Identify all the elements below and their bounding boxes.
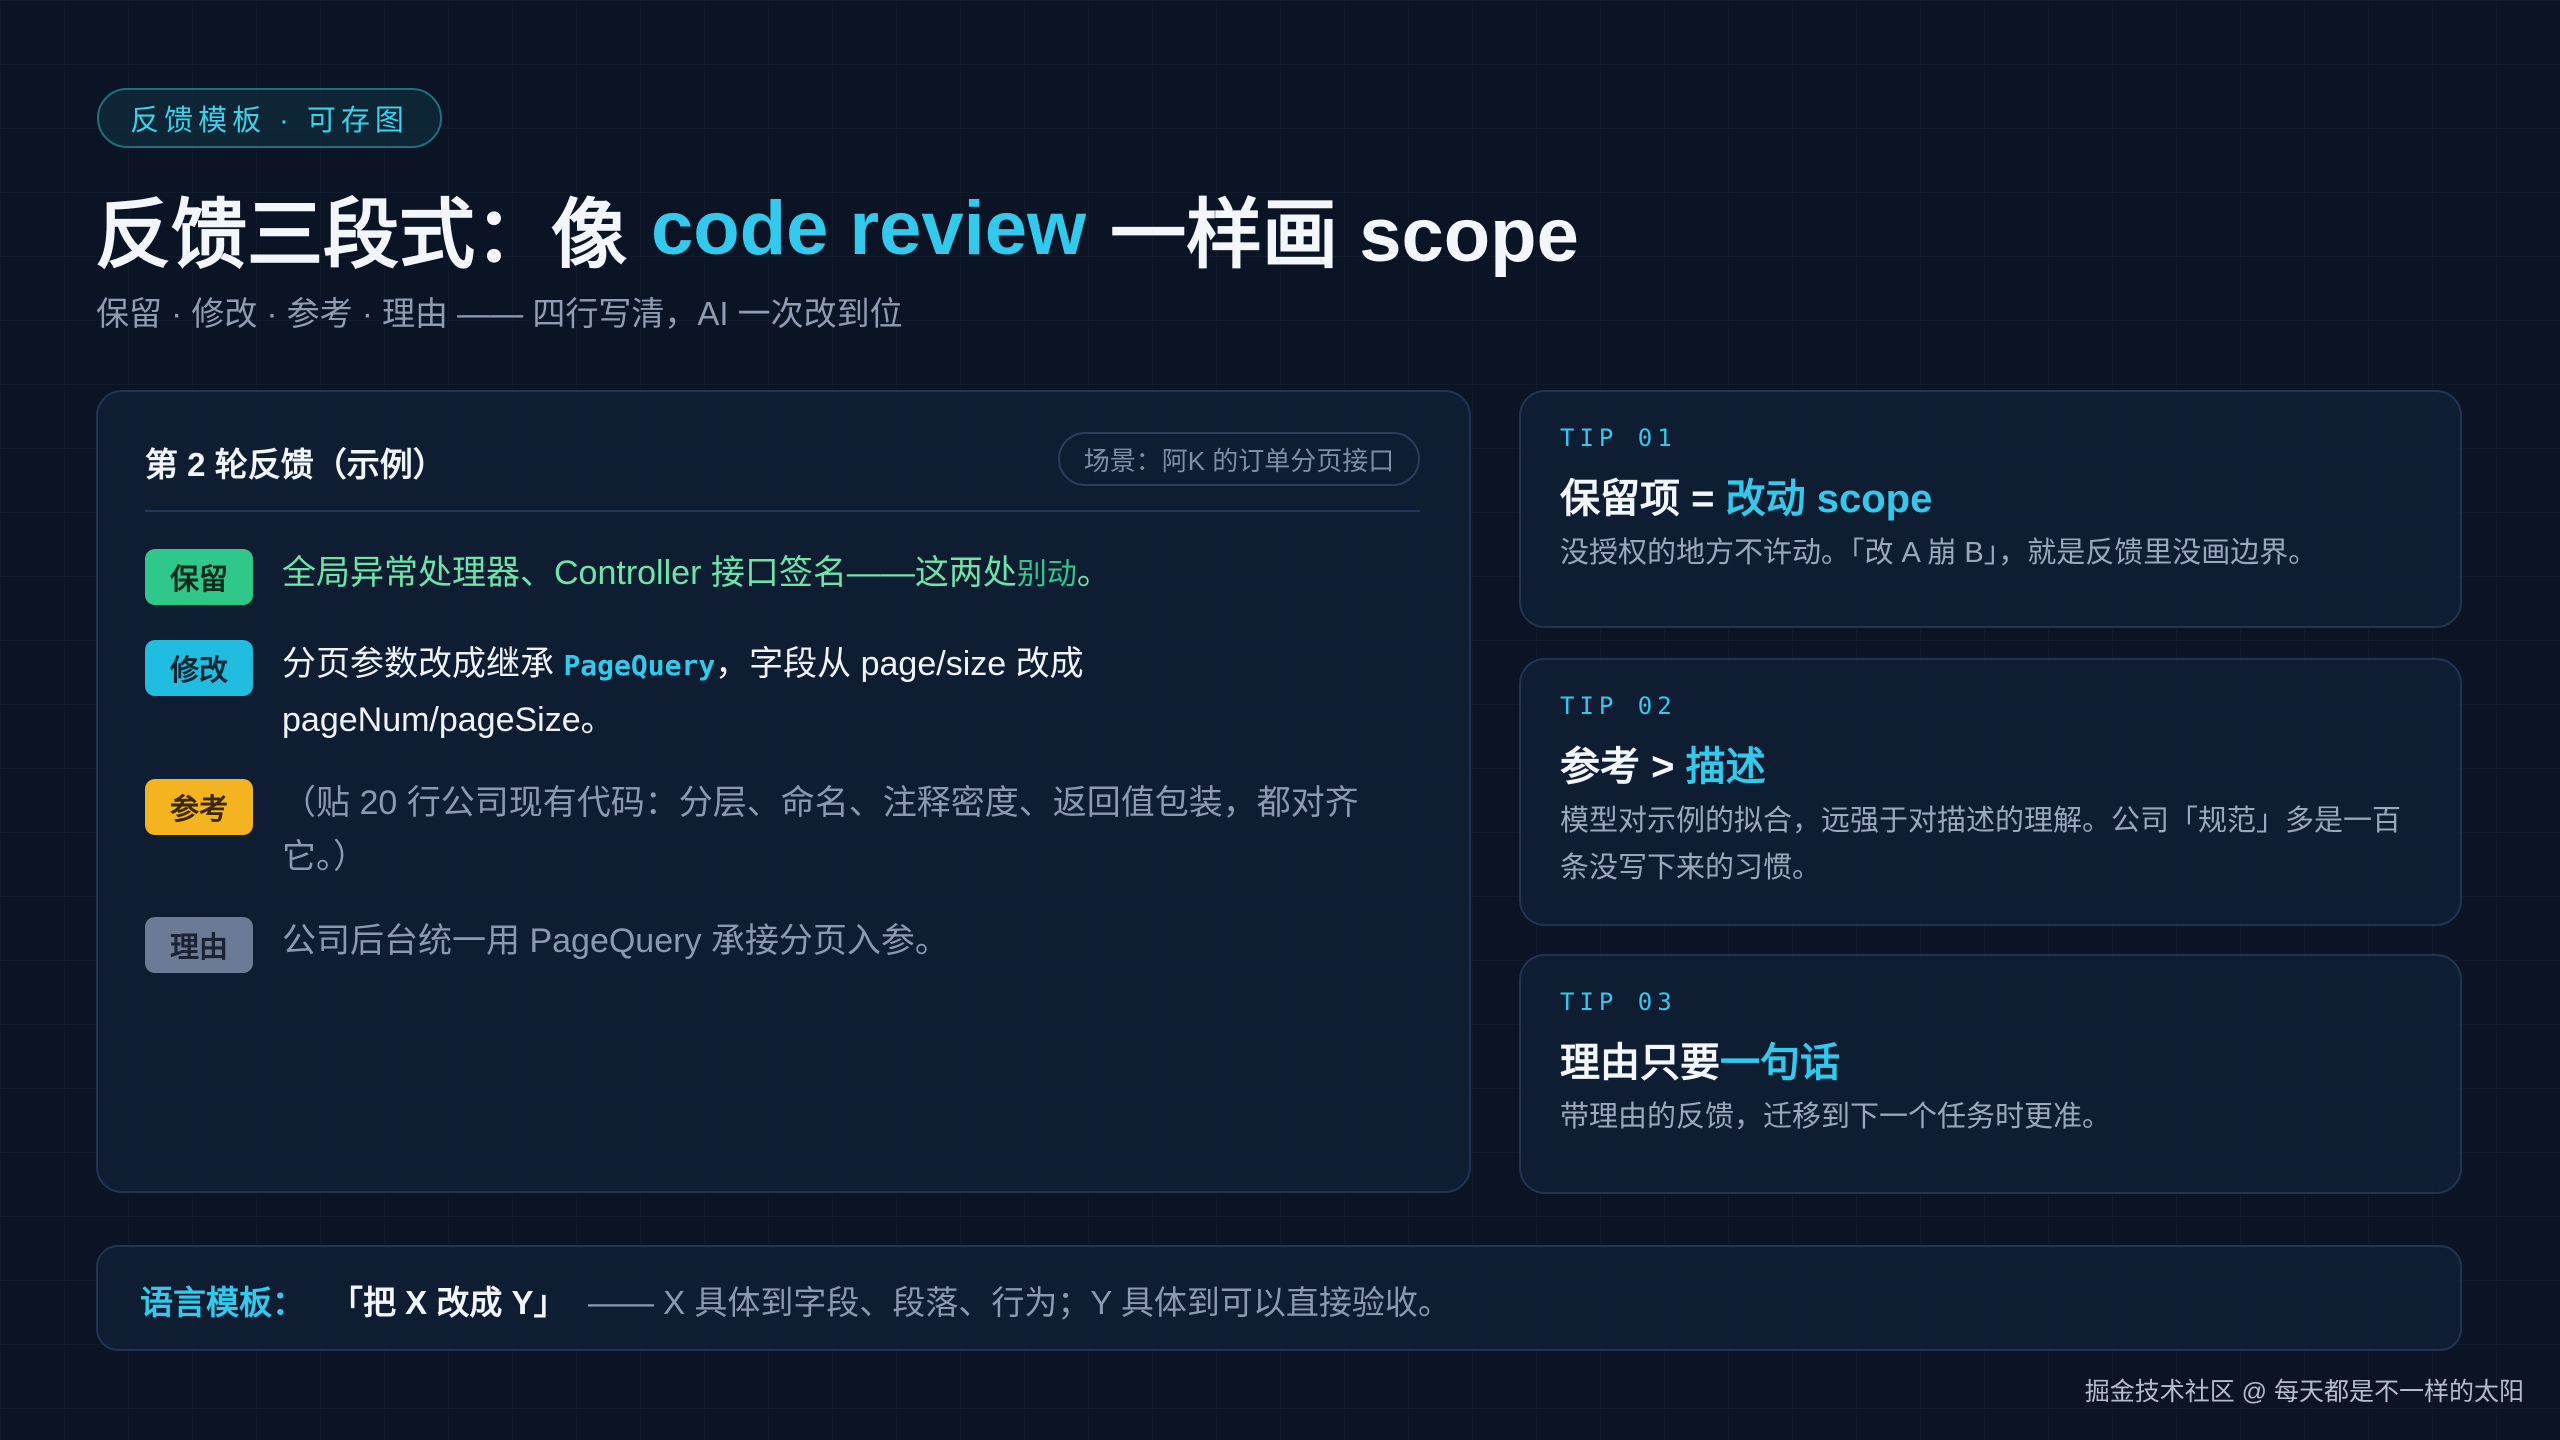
language-template-desc: —— X 具体到字段、段落、行为；Y 具体到可以直接验收。 bbox=[588, 1284, 1451, 1321]
row-keep-text-pre: 全局异常处理器、Controller 接口签名——这两处 bbox=[282, 554, 1017, 592]
row-modify-text-post: ，字段从 page/size 改成 bbox=[715, 645, 1084, 683]
row-modify-code: PageQuery bbox=[563, 649, 716, 682]
tip-1-label: TIP 01 bbox=[1560, 424, 1677, 452]
tip-3-heading-accent: 一句话 bbox=[1720, 1041, 1840, 1085]
tip-3-heading-pre: 理由只要 bbox=[1560, 1041, 1720, 1085]
title-accent: code review bbox=[651, 185, 1087, 271]
card-divider bbox=[145, 510, 1420, 512]
footer-credit: 掘金技术社区 @ 每天都是不一样的太阳 bbox=[2084, 1378, 2524, 1406]
tag-modify: 修改 bbox=[145, 640, 253, 696]
tip-3-label: TIP 03 bbox=[1560, 988, 1677, 1016]
row-reference-text: （贴 20 行公司现有代码：分层、命名、注释密度、返回值包装，都对齐 它。） bbox=[282, 776, 1359, 884]
title-post: 一样画 scope bbox=[1110, 193, 1579, 278]
tip-3-body: 带理由的反馈，迁移到下一个任务时更准。 bbox=[1560, 1101, 2112, 1133]
row-reference-line2: 它。） bbox=[282, 838, 367, 876]
page-title: 反馈三段式：像 code review 一样画 scope bbox=[95, 178, 1579, 279]
language-template-quote: 「把 X 改成 Y」 bbox=[330, 1284, 567, 1321]
example-card-title: 第 2 轮反馈（示例） bbox=[145, 446, 446, 483]
row-modify-text-pre: 分页参数改成继承 bbox=[282, 645, 564, 683]
row-modify-text: 分页参数改成继承 PageQuery，字段从 page/size 改成 page… bbox=[282, 637, 1084, 747]
row-keep-text: 全局异常处理器、Controller 接口签名——这两处别动。 bbox=[282, 546, 1111, 602]
tag-keep: 保留 bbox=[145, 549, 253, 605]
row-reason-text: 公司后台统一用 PageQuery 承接分页入参。 bbox=[282, 922, 949, 960]
language-template-label: 语言模板： bbox=[140, 1284, 305, 1321]
tip-2-heading: 参考 > 描述 bbox=[1560, 734, 1766, 792]
row-modify-line2: pageNum/pageSize。 bbox=[282, 701, 615, 739]
tip-1-body: 没授权的地方不许动。「改 A 崩 B」，就是反馈里没画边界。 bbox=[1560, 537, 2318, 569]
tip-1-heading: 保留项 = 改动 scope bbox=[1560, 466, 1932, 524]
tag-reason: 理由 bbox=[145, 917, 253, 973]
scene-badge: 场景：阿K 的订单分页接口 bbox=[1058, 432, 1420, 486]
row-keep-highlight: 别动 bbox=[1016, 558, 1077, 591]
row-reference-line1: （贴 20 行公司现有代码：分层、命名、注释密度、返回值包装，都对齐 bbox=[282, 784, 1359, 822]
tip-2-label: TIP 02 bbox=[1560, 692, 1677, 720]
tip-2-heading-pre: 参考 > bbox=[1560, 745, 1686, 789]
page-subtitle: 保留 · 修改 · 参考 · 理由 —— 四行写清，AI 一次改到位 bbox=[96, 295, 903, 332]
title-pre: 反馈三段式：像 bbox=[95, 193, 627, 278]
tip-1-heading-pre: 保留项 = bbox=[1560, 477, 1726, 521]
tag-reference: 参考 bbox=[145, 779, 253, 835]
tip-2-heading-accent: 描述 bbox=[1685, 745, 1766, 789]
tip-1-heading-accent: 改动 scope bbox=[1725, 477, 1933, 521]
tip-2-body: 模型对示例的拟合，远强于对描述的理解。公司「规范」多是一百条没写下来的习惯。 bbox=[1560, 805, 2402, 884]
template-badge: 反馈模板 · 可存图 bbox=[97, 88, 442, 148]
row-keep-text-post: 。 bbox=[1076, 554, 1111, 592]
tip-3-heading: 理由只要一句话 bbox=[1560, 1030, 1840, 1088]
row-modify-line1: 分页参数改成继承 PageQuery，字段从 page/size 改成 bbox=[282, 637, 1084, 693]
